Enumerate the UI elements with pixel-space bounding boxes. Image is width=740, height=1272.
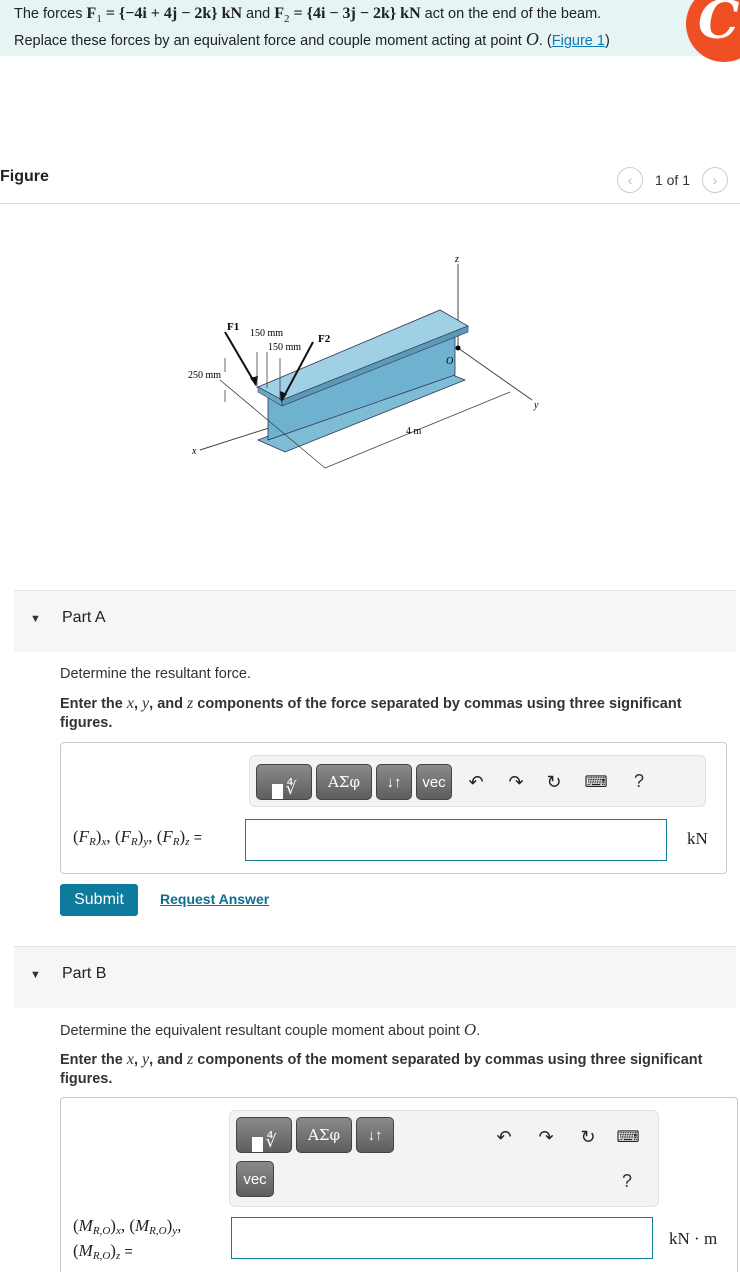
help-button[interactable]: ? bbox=[622, 1171, 632, 1192]
dim1-label: 150 mm bbox=[250, 328, 283, 339]
figure-title: Figure bbox=[0, 168, 49, 185]
figure-pager: ‹ 1 of 1 › bbox=[616, 167, 728, 193]
chevron-left-icon: ‹ bbox=[627, 172, 633, 188]
submit-button[interactable]: Submit bbox=[60, 884, 138, 916]
templates-button[interactable]: ∜ bbox=[236, 1117, 292, 1153]
keyboard-icon[interactable]: ⌨ bbox=[616, 1125, 640, 1149]
part-b-answer-input[interactable] bbox=[231, 1217, 653, 1259]
y-axis-label: y bbox=[533, 400, 539, 411]
part-a-instruction: Enter the x, y, and z components of the … bbox=[60, 695, 682, 731]
z-axis-label: z bbox=[454, 254, 459, 265]
part-b-label: Part B bbox=[62, 965, 107, 982]
f2-value: = {4i − 3j − 2k} kN bbox=[289, 5, 421, 22]
figure-header: Figure ‹ 1 of 1 › bbox=[0, 160, 740, 204]
f1-value: = {−4i + 4j − 2k} kN bbox=[101, 5, 243, 22]
vector-button[interactable]: vec bbox=[416, 764, 452, 800]
keyboard-icon[interactable]: ⌨ bbox=[584, 770, 608, 794]
reset-icon[interactable]: ↻ bbox=[576, 1125, 600, 1149]
templates-button[interactable]: ∜ bbox=[256, 764, 312, 800]
part-a-unit: kN bbox=[687, 829, 708, 848]
collapse-triangle-icon: ▼ bbox=[30, 969, 41, 981]
part-a-answer-label: (FR)x, (FR)y, (FR)z = bbox=[73, 827, 202, 848]
dim3-label: 250 mm bbox=[188, 370, 221, 381]
request-answer-link[interactable]: Request Answer bbox=[160, 891, 269, 907]
pager-text: 1 of 1 bbox=[654, 172, 690, 188]
subscript-superscript-button[interactable]: ↓↑ bbox=[376, 764, 412, 800]
part-a-math-toolbar: ∜ ΑΣφ ↓↑ vec ↶ ↷ ↻ ⌨ ? bbox=[249, 755, 706, 807]
part-b-header[interactable]: ▼ Part B bbox=[14, 946, 736, 1008]
problem-line-2: Replace these forces by an equivalent fo… bbox=[14, 28, 610, 49]
origin-label: O bbox=[446, 356, 453, 367]
f1-label: F1 bbox=[227, 321, 239, 333]
template-square-icon bbox=[271, 784, 283, 799]
part-a-answer-input[interactable] bbox=[245, 819, 667, 861]
beam-diagram: F1 150 mm 150 mm F2 250 mm 4 m x y z O bbox=[188, 254, 539, 469]
figure-link[interactable]: Figure 1 bbox=[552, 33, 605, 49]
part-a-header[interactable]: ▼ Part A bbox=[14, 590, 736, 652]
reset-icon[interactable]: ↻ bbox=[542, 770, 566, 794]
redo-icon[interactable]: ↷ bbox=[534, 1125, 558, 1149]
length-label: 4 m bbox=[406, 426, 422, 437]
part-b-unit: kN · m bbox=[669, 1229, 718, 1248]
part-a-prompt: Determine the resultant force. bbox=[60, 666, 252, 682]
part-b-answer-label: (MR,O)x, (MR,O)y, (MR,O)z = bbox=[73, 1216, 182, 1262]
problem-line-1: The forces F1 = {−4i + 4j − 2k} kN and F… bbox=[14, 5, 602, 25]
x-axis-label: x bbox=[191, 446, 197, 457]
y-axis bbox=[457, 347, 533, 401]
dim2-label: 150 mm bbox=[268, 342, 301, 353]
chevron-right-icon: › bbox=[712, 172, 718, 188]
redo-icon[interactable]: ↷ bbox=[504, 770, 528, 794]
f1-arrow bbox=[224, 331, 257, 386]
greek-symbols-button[interactable]: ΑΣφ bbox=[316, 764, 372, 800]
part-a-label: Part A bbox=[62, 609, 106, 626]
part-b-prompt: Determine the equivalent resultant coupl… bbox=[60, 1020, 481, 1039]
f2-label: F2 bbox=[318, 333, 331, 345]
logo-glyph: C bbox=[698, 0, 740, 51]
template-square-icon bbox=[251, 1137, 263, 1152]
nth-root-icon: ∜ bbox=[265, 1132, 277, 1152]
collapse-triangle-icon: ▼ bbox=[30, 613, 41, 625]
nth-root-icon: ∜ bbox=[285, 779, 297, 799]
undo-icon[interactable]: ↶ bbox=[492, 1125, 516, 1149]
vector-button[interactable]: vec bbox=[236, 1161, 274, 1197]
undo-icon[interactable]: ↶ bbox=[464, 770, 488, 794]
greek-symbols-button[interactable]: ΑΣφ bbox=[296, 1117, 352, 1153]
f1-symbol: F bbox=[86, 5, 97, 22]
next-figure-button[interactable]: › bbox=[702, 167, 728, 193]
subscript-superscript-button[interactable]: ↓↑ bbox=[356, 1117, 394, 1153]
origin-point bbox=[455, 345, 461, 351]
beam-figure: F1 150 mm 150 mm F2 250 mm 4 m x y z O bbox=[170, 240, 550, 480]
help-button[interactable]: ? bbox=[634, 771, 644, 792]
part-b-answer-box: ∜ ΑΣφ ↓↑ vec ↶ ↷ ↻ ⌨ ? (MR,O)x, (MR,O)y,… bbox=[60, 1097, 738, 1272]
prev-figure-button[interactable]: ‹ bbox=[616, 167, 643, 193]
f2-symbol: F bbox=[274, 5, 285, 22]
part-b-instruction: Enter the x, y, and z components of the … bbox=[60, 1051, 703, 1087]
part-b-math-toolbar: ∜ ΑΣφ ↓↑ vec ↶ ↷ ↻ ⌨ ? bbox=[229, 1110, 659, 1207]
problem-statement: The forces F1 = {−4i + 4j − 2k} kN and F… bbox=[0, 0, 740, 56]
part-a-answer-box: ∜ ΑΣφ ↓↑ vec ↶ ↷ ↻ ⌨ ? (FR)x, (FR)y, (FR… bbox=[60, 742, 727, 874]
